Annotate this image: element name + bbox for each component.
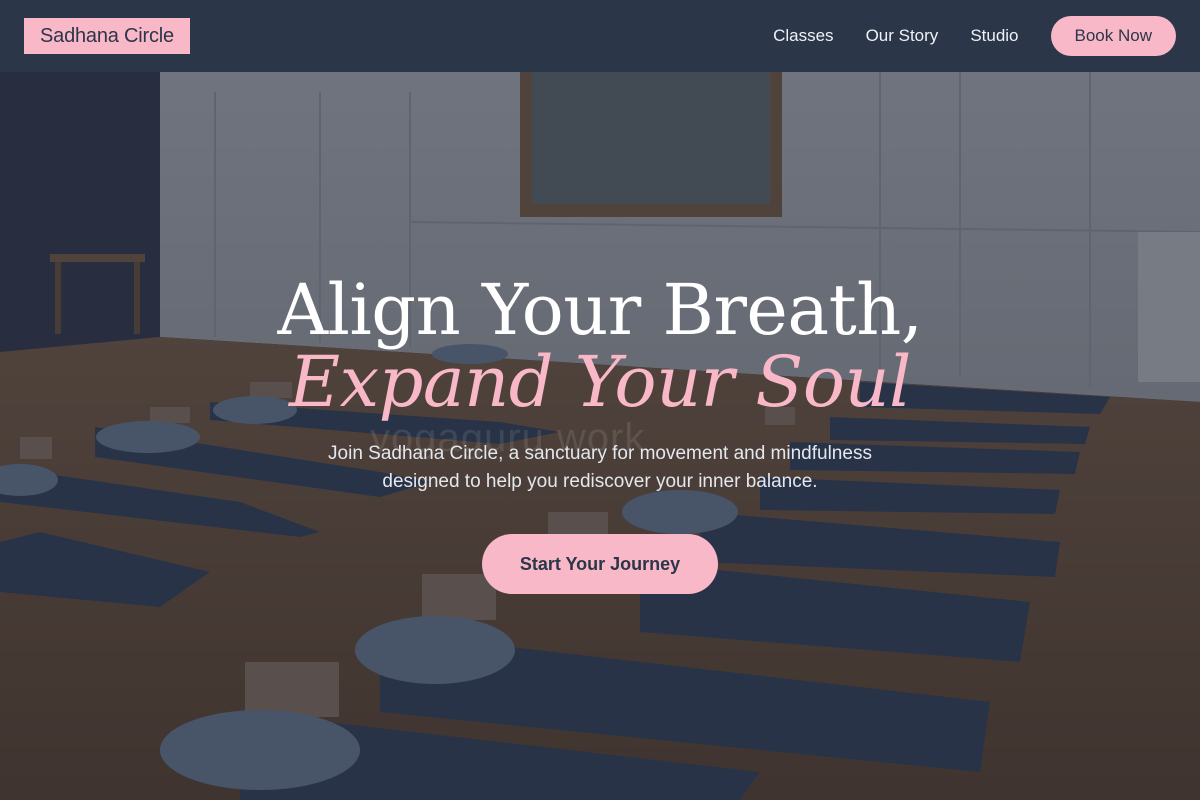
nav-link-our-story[interactable]: Our Story — [866, 26, 939, 46]
hero-headline-line-1: Align Your Breath, — [277, 269, 923, 351]
hero-subtitle-line-1: Join Sadhana Circle, a sanctuary for mov… — [328, 443, 872, 464]
book-now-button[interactable]: Book Now — [1050, 16, 1176, 56]
brand-logo[interactable]: Sadhana Circle — [24, 18, 190, 54]
hero-subtitle-line-2: designed to help you rediscover your inn… — [382, 471, 818, 492]
hero-section: yogaguru work Align Your Breath, Expand … — [0, 72, 1200, 800]
nav-link-classes[interactable]: Classes — [773, 26, 833, 46]
start-journey-button[interactable]: Start Your Journey — [482, 534, 718, 594]
hero-subtitle: Join Sadhana Circle, a sanctuary for mov… — [300, 440, 900, 496]
main-nav: Classes Our Story Studio Book Now — [773, 16, 1176, 56]
hero-headline-line-2: Expand Your Soul — [289, 341, 911, 423]
top-navigation-bar: Sadhana Circle Classes Our Story Studio … — [0, 0, 1200, 72]
nav-link-studio[interactable]: Studio — [970, 26, 1018, 46]
